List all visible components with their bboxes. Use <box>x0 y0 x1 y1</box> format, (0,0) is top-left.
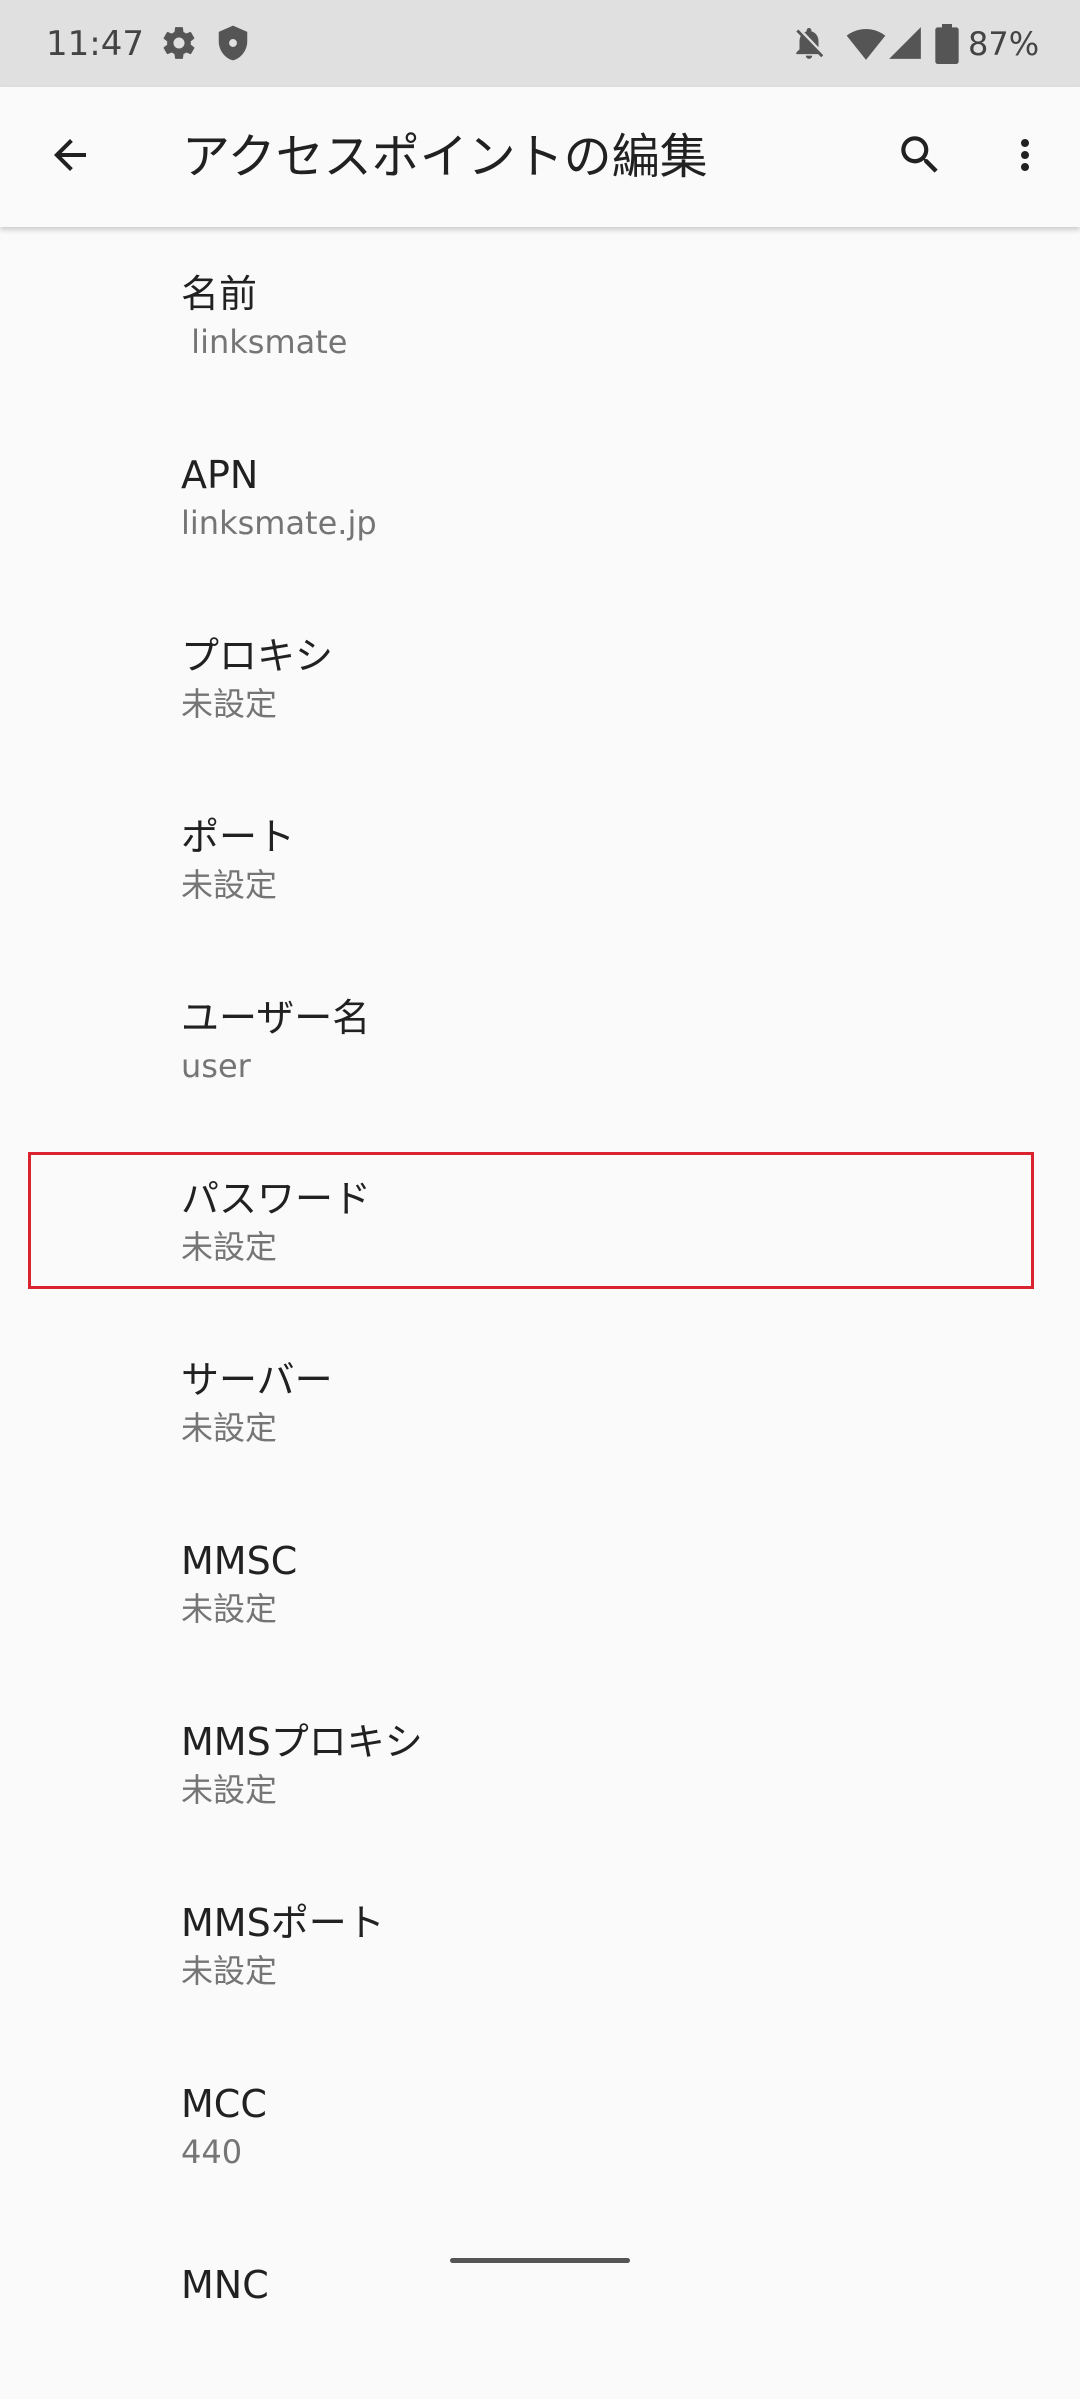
pref-summary: linksmate.jp <box>181 504 377 542</box>
pref-mcc[interactable]: MCC 440 <box>0 2037 1080 2218</box>
pref-proxy[interactable]: プロキシ 未設定 <box>0 589 1080 770</box>
pref-title: ポート <box>181 815 296 859</box>
pref-title: MMSC <box>181 1539 298 1583</box>
more-options-button[interactable] <box>985 117 1065 197</box>
pref-title: プロキシ <box>181 634 334 678</box>
page-title: アクセスポイントの編集 <box>182 129 708 185</box>
pref-title: MCC <box>181 2082 267 2126</box>
pref-title: APN <box>181 453 259 497</box>
pref-username[interactable]: ユーザー名 user <box>0 951 1080 1132</box>
pref-apn[interactable]: APN linksmate.jp <box>0 408 1080 589</box>
pref-name[interactable]: 名前 linksmate <box>0 227 1080 408</box>
search-icon <box>895 130 945 184</box>
arrow-back-icon <box>46 131 94 183</box>
signal-icon <box>886 24 926 64</box>
status-time: 11:47 <box>46 24 144 64</box>
more-vert-icon <box>1001 131 1049 183</box>
battery-icon <box>932 24 972 64</box>
pref-server[interactable]: サーバー 未設定 <box>0 1313 1080 1494</box>
shield-icon <box>214 24 254 64</box>
pref-summary: 未設定 <box>181 1590 278 1628</box>
status-bar: 11:47 87% <box>0 0 1080 87</box>
pref-summary: 440 <box>181 2133 243 2171</box>
pref-title: MMSプロキシ <box>181 1720 423 1764</box>
pref-mnc[interactable]: MNC <box>0 2218 1080 2399</box>
pref-title: MMSポート <box>181 1901 385 1945</box>
pref-summary: 未設定 <box>181 1952 278 1990</box>
apn-settings-list: 名前 linksmate APN linksmate.jp プロキシ 未設定 ポ… <box>0 227 1080 2399</box>
gesture-nav-handle[interactable] <box>450 2258 630 2263</box>
pref-port[interactable]: ポート 未設定 <box>0 770 1080 951</box>
pref-password[interactable]: パスワード 未設定 <box>0 1132 1080 1313</box>
wifi-icon <box>846 24 886 64</box>
pref-mms-proxy[interactable]: MMSプロキシ 未設定 <box>0 1675 1080 1856</box>
pref-title: 名前 <box>181 272 258 316</box>
pref-summary: 未設定 <box>181 866 278 904</box>
pref-summary: linksmate <box>181 323 348 361</box>
notifications-off-icon <box>790 24 830 64</box>
back-button[interactable] <box>30 117 110 197</box>
pref-title: ユーザー名 <box>181 996 371 1040</box>
gear-icon <box>160 24 200 64</box>
pref-title: MNC <box>181 2263 269 2307</box>
pref-mms-port[interactable]: MMSポート 未設定 <box>0 1856 1080 2037</box>
app-bar: アクセスポイントの編集 <box>0 87 1080 227</box>
pref-summary: 未設定 <box>181 1228 278 1266</box>
pref-title: サーバー <box>181 1358 333 1402</box>
pref-summary: user <box>181 1047 251 1085</box>
battery-percent: 87% <box>968 25 1040 63</box>
pref-title: パスワード <box>181 1177 372 1221</box>
search-button[interactable] <box>880 117 960 197</box>
pref-summary: 未設定 <box>181 1771 278 1809</box>
pref-mmsc[interactable]: MMSC 未設定 <box>0 1494 1080 1675</box>
pref-summary: 未設定 <box>181 685 278 723</box>
pref-summary: 未設定 <box>181 1409 278 1447</box>
